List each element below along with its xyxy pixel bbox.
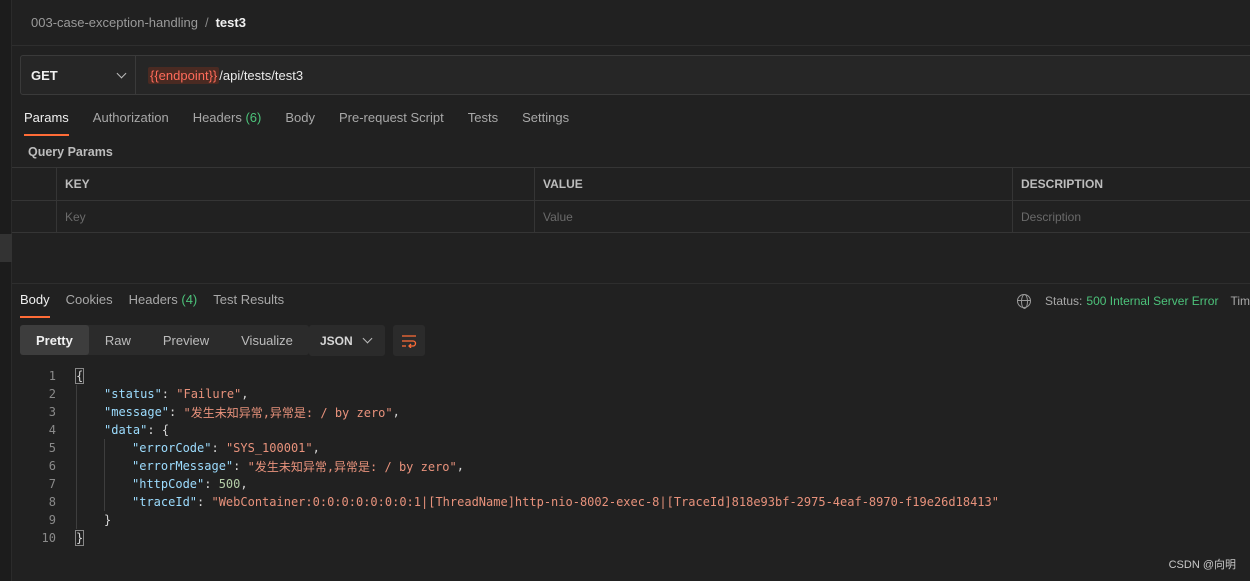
view-raw-button[interactable]: Raw [89, 325, 147, 355]
view-preview-button[interactable]: Preview [147, 325, 225, 355]
query-params-title: Query Params [28, 145, 113, 159]
method-select[interactable]: GET [21, 56, 136, 94]
pane-divider[interactable] [12, 283, 1250, 284]
globe-icon[interactable] [1017, 294, 1032, 309]
code-line: 4 "data": { [48, 421, 170, 439]
tab-tests[interactable]: Tests [468, 110, 498, 136]
tab-response-body[interactable]: Body [20, 292, 50, 318]
response-code-viewer[interactable]: 1{ 2 "status": "Failure", 3 "message": "发生… [20, 367, 999, 547]
code-line: 8 "traceId": "WebContainer:0:0:0:0:0:0:0:… [48, 493, 999, 511]
header-divider [12, 45, 1250, 46]
status-label: Status: [1045, 294, 1083, 308]
url-path: /api/tests/test3 [219, 67, 304, 83]
view-pretty-button[interactable]: Pretty [20, 325, 89, 355]
column-header-description: DESCRIPTION [1021, 177, 1104, 191]
row-checkbox-cell[interactable] [12, 201, 57, 232]
url-variable: {{endpoint}} [148, 66, 220, 84]
column-header-key: KEY [57, 168, 535, 200]
tab-authorization[interactable]: Authorization [93, 110, 169, 136]
code-line: 6 "errorMessage": "发生未知异常,异常是: / by zero"… [48, 457, 464, 475]
method-label: GET [31, 67, 58, 83]
breadcrumb: 003-case-exception-handling / test3 [31, 14, 246, 30]
left-sidebar-strip [0, 0, 12, 581]
view-visualize-button[interactable]: Visualize [225, 325, 309, 355]
tab-settings[interactable]: Settings [522, 110, 569, 136]
tab-pre-request-script[interactable]: Pre-request Script [339, 110, 444, 136]
wrap-lines-icon [402, 334, 417, 348]
code-line: 7 "httpCode": 500, [48, 475, 248, 493]
code-line: 1{ [48, 368, 85, 384]
response-headers-count: (4) [181, 292, 198, 307]
code-line: 2 "status": "Failure", [48, 385, 249, 403]
code-line: 10} [41, 530, 85, 546]
time-label: Tim [1230, 294, 1250, 308]
tab-headers[interactable]: Headers (6) [193, 110, 262, 136]
chevron-down-icon [116, 68, 127, 78]
format-label: JSON [320, 333, 353, 348]
tab-test-results[interactable]: Test Results [213, 292, 284, 318]
sidebar-resize-handle[interactable] [0, 234, 12, 262]
tab-params[interactable]: Params [24, 110, 69, 136]
chevron-down-icon [362, 333, 373, 344]
code-line: 5 "errorCode": "SYS_100001", [48, 439, 320, 457]
format-select[interactable]: JSON [309, 325, 385, 356]
response-tabs: Body Cookies Headers (4) Test Results [20, 292, 300, 318]
row-handle-column [12, 168, 57, 200]
tab-cookies[interactable]: Cookies [66, 292, 113, 318]
request-url-bar: GET {{endpoint}} /api/tests/test3 [20, 55, 1250, 95]
status-value[interactable]: 500 Internal Server Error [1086, 294, 1218, 308]
tab-response-headers[interactable]: Headers (4) [129, 292, 198, 318]
response-status: Status: 500 Internal Server Error Tim [1017, 292, 1250, 310]
wrap-lines-button[interactable] [393, 325, 425, 356]
breadcrumb-request-name[interactable]: test3 [216, 15, 246, 30]
url-input[interactable]: {{endpoint}} /api/tests/test3 [136, 66, 304, 84]
param-description-input[interactable]: Description [1013, 201, 1250, 232]
param-value-input[interactable]: Value [535, 201, 1013, 232]
column-header-value: VALUE [535, 168, 1013, 200]
headers-count: (6) [245, 110, 262, 125]
query-params-table: KEY VALUE DESCRIPTION Key Value Descript… [12, 167, 1250, 233]
table-row: Key Value Description [12, 200, 1250, 233]
request-tabs: Params Authorization Headers (6) Body Pr… [24, 110, 593, 136]
param-key-input[interactable]: Key [57, 201, 535, 232]
table-header-row: KEY VALUE DESCRIPTION [12, 167, 1250, 200]
breadcrumb-separator: / [204, 14, 209, 30]
tab-body[interactable]: Body [285, 110, 315, 136]
view-mode-segment: Pretty Raw Preview Visualize [20, 325, 309, 355]
watermark: CSDN @向明 [1168, 559, 1236, 571]
breadcrumb-collection[interactable]: 003-case-exception-handling [31, 15, 198, 30]
code-line: 3 "message": "发生未知异常,异常是: / by zero", [48, 403, 400, 421]
code-line: 9} [48, 511, 112, 529]
